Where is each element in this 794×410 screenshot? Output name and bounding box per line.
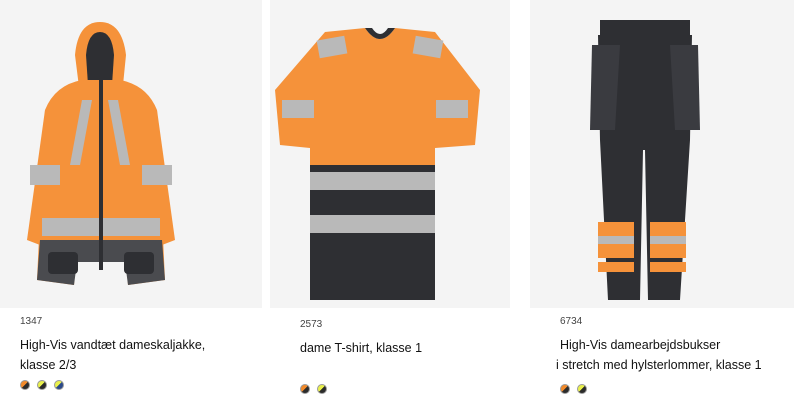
product-title-line[interactable]: klasse 2/3: [20, 355, 260, 375]
color-swatch-orange-black[interactable]: [300, 384, 310, 394]
product-card-trousers[interactable]: 6734 High-Vis damearbejdsbukser i stretc…: [530, 0, 794, 410]
color-swatch-yellow-black[interactable]: [577, 384, 587, 394]
product-sku: 2573: [300, 319, 323, 330]
product-title[interactable]: dame T-shirt, klasse 1: [300, 338, 510, 358]
color-swatch-orange-black[interactable]: [560, 384, 570, 394]
color-swatch-yellow-black[interactable]: [37, 380, 47, 390]
product-card-tshirt[interactable]: 2573 dame T-shirt, klasse 1: [270, 0, 510, 410]
product-image-trousers[interactable]: [530, 0, 794, 308]
product-image-tshirt[interactable]: [270, 0, 510, 308]
product-image-jacket[interactable]: [0, 0, 262, 308]
product-sku: 6734: [560, 316, 583, 327]
color-swatches: [560, 384, 587, 394]
product-sku: 1347: [20, 316, 43, 327]
product-card-jacket[interactable]: 1347 High-Vis vandtæt dameskaljakke, kla…: [0, 0, 262, 410]
color-swatches: [20, 380, 64, 390]
product-title-line[interactable]: dame T-shirt, klasse 1: [300, 338, 510, 358]
color-swatch-orange-black[interactable]: [20, 380, 30, 390]
color-swatch-yellow-navy[interactable]: [54, 380, 64, 390]
product-title-line[interactable]: High-Vis damearbejdsbukser: [556, 335, 792, 355]
product-title[interactable]: High-Vis damearbejdsbukser i stretch med…: [556, 335, 792, 375]
product-title-line[interactable]: i stretch med hylsterlommer, klasse 1: [556, 355, 792, 375]
color-swatches: [300, 384, 327, 394]
color-swatch-yellow-black[interactable]: [317, 384, 327, 394]
product-title-line[interactable]: High-Vis vandtæt dameskaljakke,: [20, 335, 260, 355]
product-title[interactable]: High-Vis vandtæt dameskaljakke, klasse 2…: [20, 335, 260, 375]
